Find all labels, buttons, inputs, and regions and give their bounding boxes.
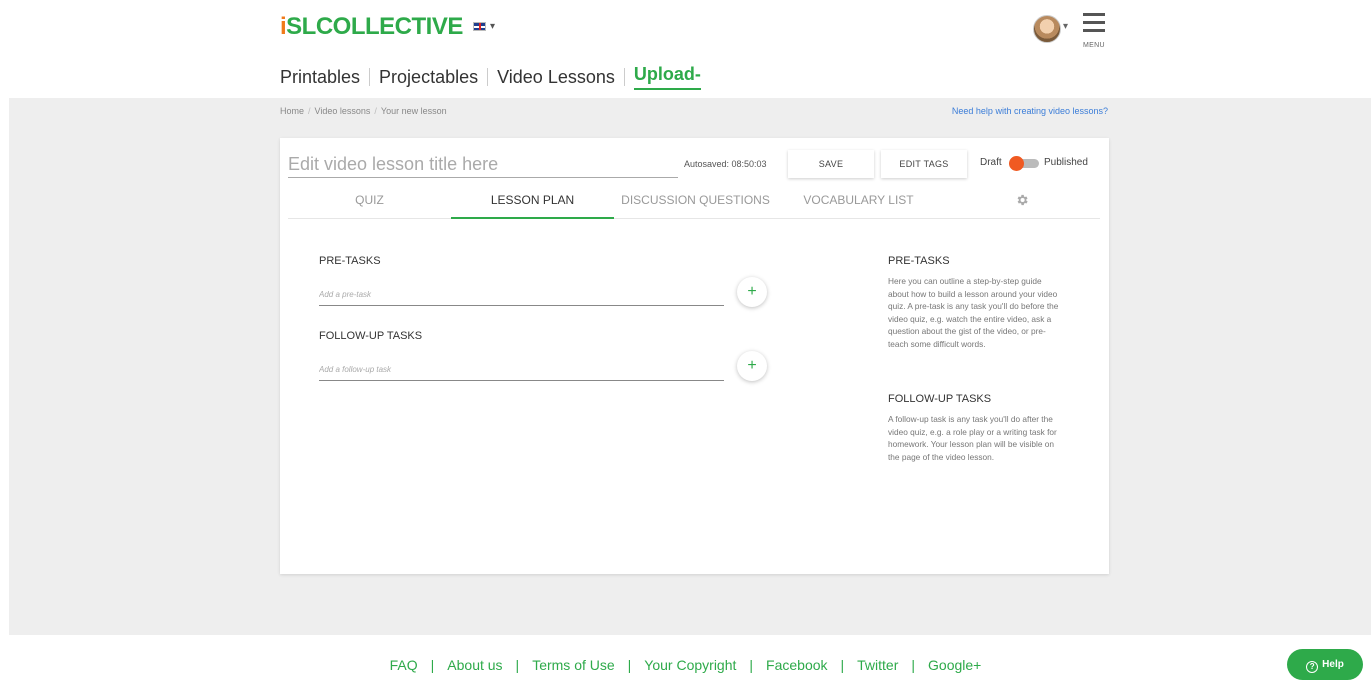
breadcrumb-video-lessons[interactable]: Video lessons: [315, 106, 371, 116]
footer-faq[interactable]: FAQ: [390, 657, 418, 673]
site-logo[interactable]: iSLCOLLECTIVE: [280, 13, 463, 41]
nav-upload-caret: -: [694, 64, 701, 84]
lesson-editor-card: Autosaved: 08:50:03 SAVE EDIT TAGS Draft…: [280, 138, 1109, 574]
footer-twitter[interactable]: Twitter: [857, 657, 898, 673]
nav-divider: [623, 68, 625, 86]
nav-upload[interactable]: Upload-: [633, 64, 701, 90]
chevron-down-icon[interactable]: ▾: [1063, 21, 1068, 32]
nav-projectables[interactable]: Projectables: [379, 67, 478, 88]
menu-icon[interactable]: [1083, 13, 1105, 35]
draft-label: Draft: [980, 157, 1002, 168]
help-pre-tasks-title: PRE-TASKS: [888, 255, 950, 267]
tab-lesson-plan[interactable]: LESSON PLAN: [451, 190, 614, 219]
footer-about-us[interactable]: About us: [447, 657, 502, 673]
menu-label[interactable]: MENU: [1083, 42, 1105, 49]
pre-task-input[interactable]: [319, 284, 724, 306]
add-follow-up-task-button[interactable]: +: [737, 351, 767, 381]
tab-settings[interactable]: [940, 190, 1103, 219]
help-button[interactable]: ? Help: [1287, 649, 1363, 680]
follow-up-tasks-label: FOLLOW-UP TASKS: [319, 330, 423, 342]
breadcrumb-home[interactable]: Home: [280, 106, 304, 116]
chevron-down-icon[interactable]: ▾: [490, 21, 495, 32]
help-link[interactable]: Need help with creating video lessons?: [952, 106, 1108, 116]
tab-discussion-questions[interactable]: DISCUSSION QUESTIONS: [614, 190, 777, 219]
help-button-label: Help: [1322, 659, 1344, 670]
footer-terms-of-use[interactable]: Terms of Use: [532, 657, 614, 673]
autosaved-status: Autosaved: 08:50:03: [684, 159, 767, 169]
help-follow-up-title: FOLLOW-UP TASKS: [888, 393, 992, 405]
breadcrumb-current: Your new lesson: [380, 106, 447, 116]
lesson-title-input[interactable]: [288, 152, 678, 178]
lesson-tabs: QUIZ LESSON PLAN DISCUSSION QUESTIONS VO…: [288, 190, 1100, 219]
footer-facebook[interactable]: Facebook: [766, 657, 827, 673]
footer-google-plus[interactable]: Google+: [928, 657, 981, 673]
breadcrumb: Home / Video lessons / Your new lesson: [280, 106, 447, 116]
question-icon: ?: [1306, 661, 1319, 673]
published-label: Published: [1044, 157, 1088, 168]
toggle-knob: [1009, 156, 1024, 171]
footer-your-copyright[interactable]: Your Copyright: [644, 657, 736, 673]
logo-text: SLCOLLECTIVE: [286, 13, 463, 40]
save-button[interactable]: SAVE: [788, 150, 874, 178]
tab-vocabulary-list[interactable]: VOCABULARY LIST: [777, 190, 940, 219]
help-pre-tasks-text: Here you can outline a step-by-step guid…: [888, 276, 1059, 349]
edit-tags-button[interactable]: EDIT TAGS: [881, 150, 967, 178]
follow-up-task-input[interactable]: [319, 359, 724, 381]
nav-divider: [369, 68, 371, 86]
publish-toggle[interactable]: [1009, 156, 1039, 171]
avatar[interactable]: [1033, 15, 1061, 43]
help-follow-up-text: A follow-up task is any task you'll do a…: [888, 414, 1057, 462]
gear-icon: [1017, 194, 1028, 206]
nav-divider: [487, 68, 489, 86]
footer-links: FAQ | About us | Terms of Use | Your Copyright…: [389, 657, 982, 673]
uk-flag-icon[interactable]: [473, 22, 486, 31]
nav-video-lessons[interactable]: Video Lessons: [497, 67, 615, 88]
pre-tasks-label: PRE-TASKS: [319, 255, 381, 267]
tab-quiz[interactable]: QUIZ: [288, 190, 451, 219]
add-pre-task-button[interactable]: +: [737, 277, 767, 307]
nav-printables[interactable]: Printables: [280, 67, 360, 88]
top-nav: Printables Projectables Video Lessons Up…: [280, 64, 701, 90]
nav-upload-label: Upload: [633, 64, 695, 84]
